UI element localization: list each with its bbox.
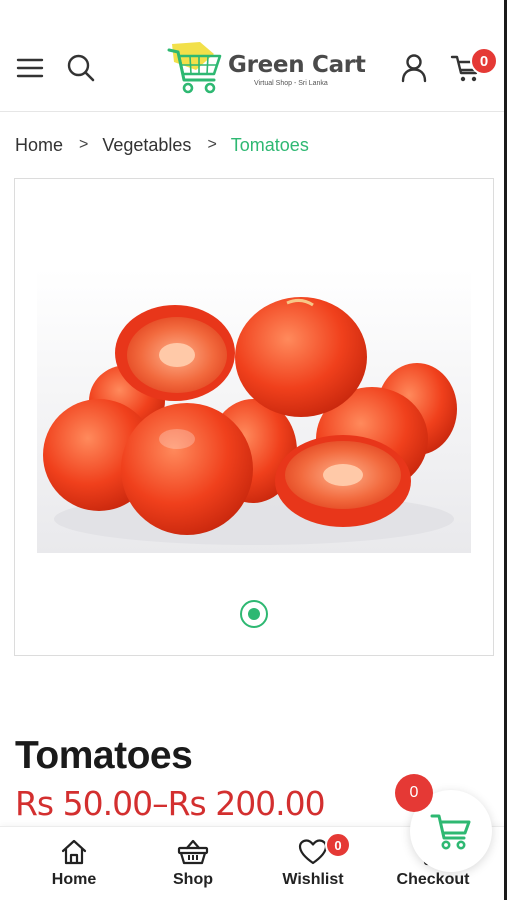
search-button[interactable] bbox=[60, 48, 102, 88]
product-gallery bbox=[14, 178, 494, 656]
heart-icon bbox=[298, 839, 328, 865]
nav-wishlist-label: Wishlist bbox=[282, 871, 344, 888]
breadcrumb-vegetables[interactable]: Vegetables bbox=[102, 135, 191, 156]
cart-icon bbox=[430, 814, 471, 850]
user-icon bbox=[401, 54, 427, 83]
home-icon bbox=[61, 839, 87, 865]
logo-name: Green Cart bbox=[228, 52, 366, 78]
basket-icon bbox=[177, 839, 209, 865]
nav-shop[interactable]: Shop bbox=[138, 827, 248, 900]
gallery-slide-dot[interactable] bbox=[240, 600, 268, 628]
breadcrumb: Home > Vegetables > Tomatoes bbox=[15, 133, 309, 157]
nav-checkout-label: Checkout bbox=[396, 871, 470, 888]
product-title: Tomatoes bbox=[15, 734, 193, 777]
nav-home[interactable]: Home bbox=[19, 827, 129, 900]
nav-home-label: Home bbox=[51, 871, 97, 888]
cart-count-badge: 0 bbox=[470, 47, 498, 75]
breadcrumb-current: Tomatoes bbox=[230, 134, 309, 155]
breadcrumb-separator: > bbox=[207, 136, 217, 153]
product-image[interactable] bbox=[37, 269, 471, 553]
product-price-range: Rs 50.00–Rs 200.00 bbox=[15, 784, 326, 823]
wishlist-count-badge: 0 bbox=[325, 832, 351, 858]
breadcrumb-separator: > bbox=[79, 136, 89, 153]
nav-shop-label: Shop bbox=[173, 871, 213, 888]
account-button[interactable] bbox=[394, 48, 434, 88]
search-icon bbox=[67, 54, 95, 82]
floating-cart-count-badge: 0 bbox=[395, 774, 433, 812]
site-logo[interactable]: Green Cart Virtual Shop - Sri Lanka bbox=[166, 40, 366, 98]
cart-logo-icon bbox=[167, 42, 222, 94]
menu-icon bbox=[16, 58, 44, 78]
logo-tagline: Virtual Shop - Sri Lanka bbox=[254, 80, 328, 87]
menu-button[interactable] bbox=[10, 50, 50, 86]
nav-wishlist[interactable]: Wishlist bbox=[258, 827, 368, 900]
site-header: Green Cart Virtual Shop - Sri Lanka bbox=[0, 0, 504, 112]
breadcrumb-home[interactable]: Home bbox=[15, 135, 63, 156]
